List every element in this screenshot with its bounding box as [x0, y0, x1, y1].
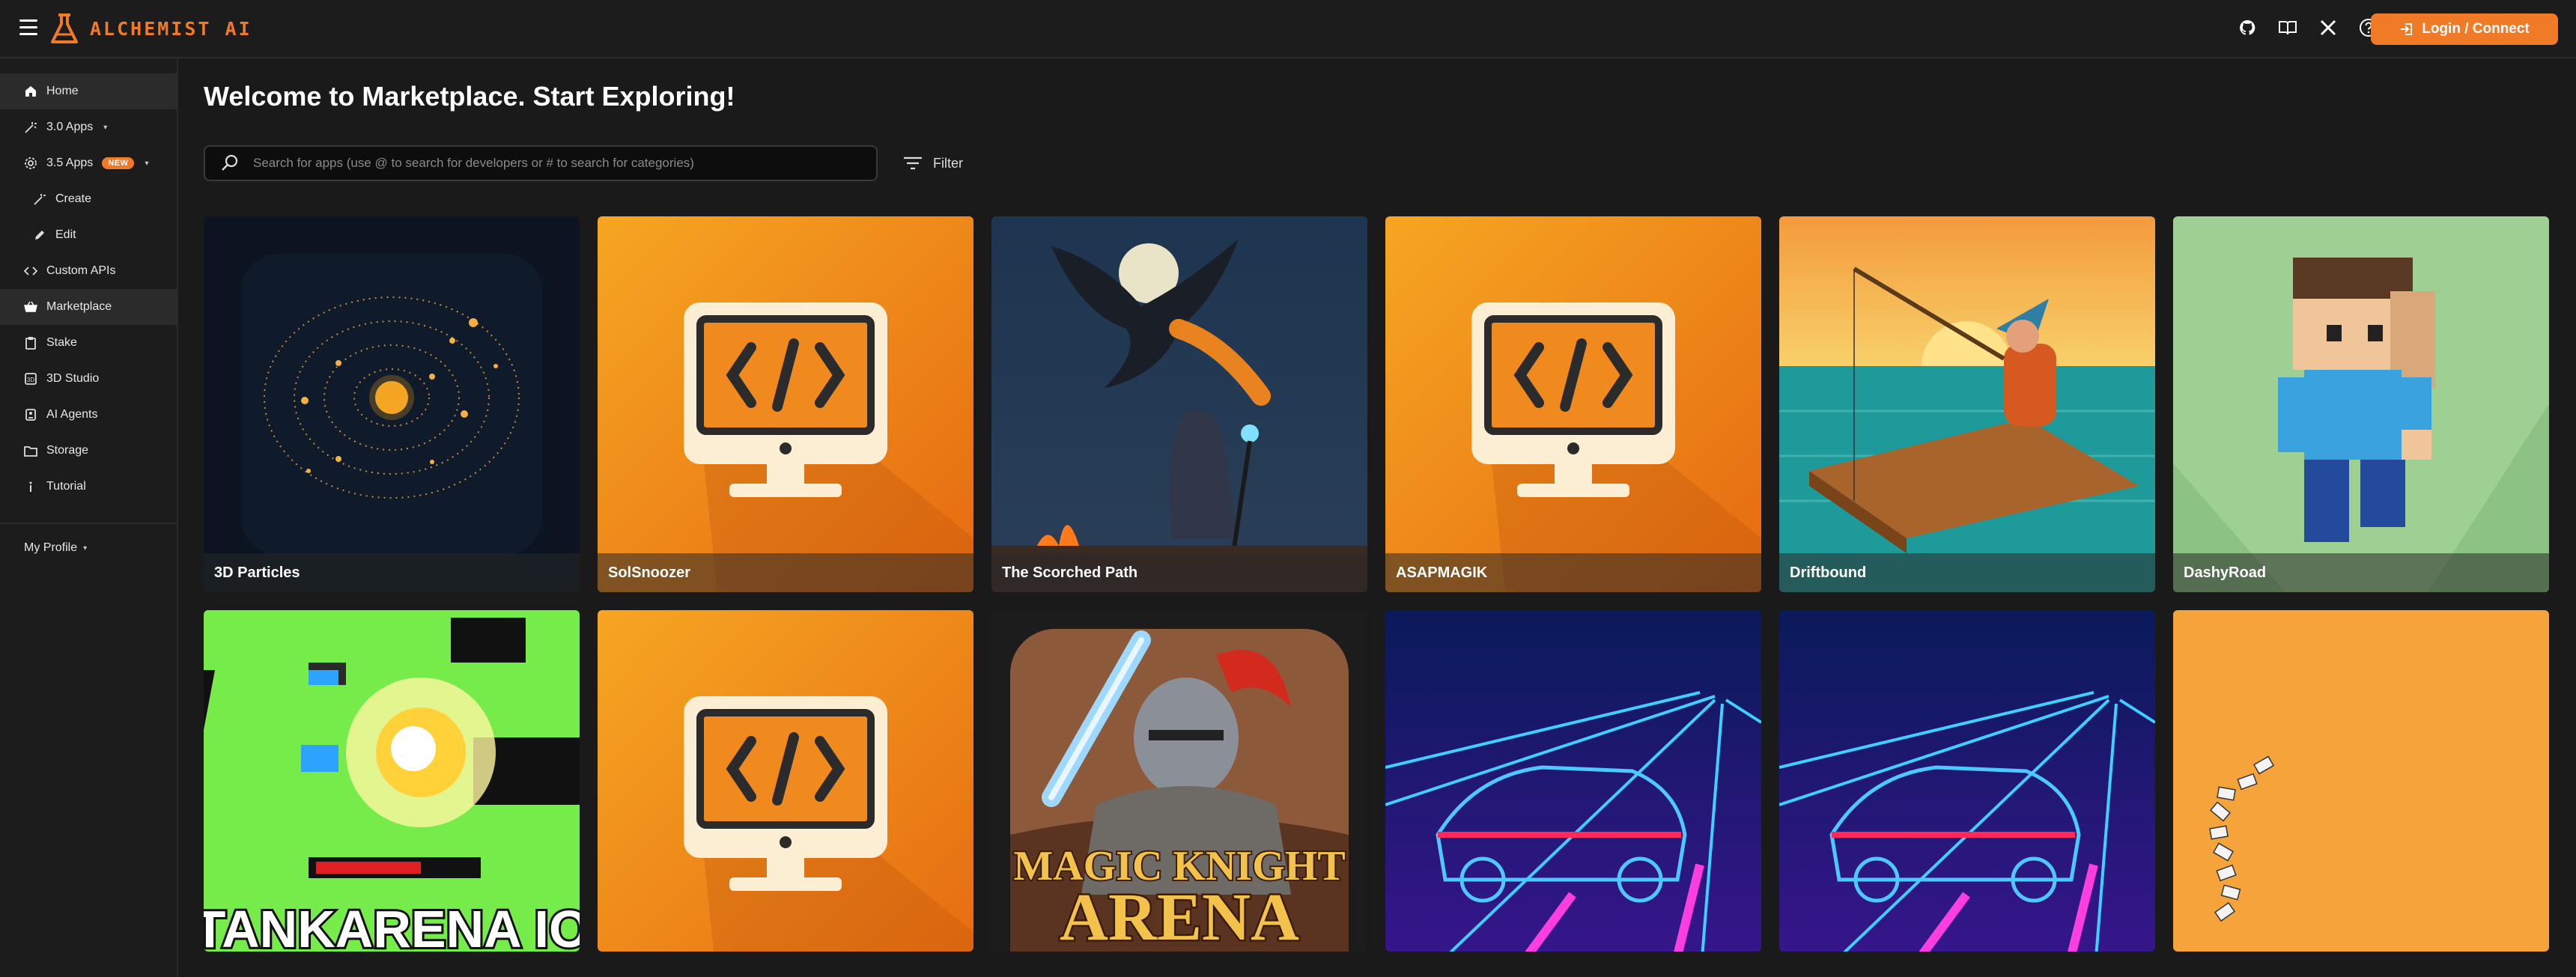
neon-car-thumbnail — [1385, 610, 1761, 952]
sidebar-item-custom-apis[interactable]: Custom APIs — [0, 253, 177, 289]
app-card-solsnoozer[interactable]: SolSnoozer — [598, 216, 973, 592]
login-icon — [2401, 23, 2413, 35]
app-card-label: 3D Particles — [204, 553, 580, 592]
code-monitor-thumbnail — [598, 610, 973, 952]
app-card-neon-racer[interactable] — [1385, 610, 1761, 952]
tankarena-art-text: TANKARENA IO — [204, 900, 580, 952]
knight-thumbnail: MAGIC KNIGHT ARENA — [991, 610, 1367, 952]
hamburger-menu-icon[interactable] — [19, 19, 37, 36]
sidebar-item-label: Tutorial — [46, 480, 86, 493]
my-profile-menu[interactable]: My Profile ▾ — [0, 533, 177, 563]
clipboard-icon — [24, 336, 37, 350]
app-card-driftbound[interactable]: Driftbound — [1779, 216, 2155, 592]
sidebar-item-stake[interactable]: Stake — [0, 325, 177, 361]
filter-label: Filter — [933, 155, 963, 171]
sidebar-item-tutorial[interactable]: Tutorial — [0, 469, 177, 505]
sidebar-item-home[interactable]: Home — [0, 73, 177, 109]
app-card-asapmagik[interactable]: ASAPMAGIK — [1385, 216, 1761, 592]
sidebar: Home 3.0 Apps ▾ 3.5 Apps NEW ▾ Create Ed… — [0, 58, 178, 977]
app-card-domino[interactable] — [2173, 610, 2549, 952]
main-content: Welcome to Marketplace. Start Exploring!… — [178, 58, 2576, 977]
filter-icon — [904, 156, 922, 170]
sidebar-item-3-5-apps[interactable]: 3.5 Apps NEW ▾ — [0, 145, 177, 181]
app-card-label: DashyRoad — [2173, 553, 2549, 592]
dragon-thumbnail — [991, 216, 1367, 592]
basket-icon — [24, 300, 37, 314]
sidebar-item-3-0-apps[interactable]: 3.0 Apps ▾ — [0, 109, 177, 145]
app-card-code-app[interactable] — [598, 610, 973, 952]
sidebar-item-create[interactable]: Create — [0, 181, 177, 217]
book-icon[interactable] — [2276, 16, 2299, 39]
chevron-down-icon: ▾ — [103, 123, 108, 132]
x-icon[interactable] — [2317, 16, 2339, 39]
sidebar-item-ai-agents[interactable]: AI Agents — [0, 397, 177, 433]
chevron-down-icon: ▾ — [83, 544, 88, 553]
app-card-neon-racer-2[interactable] — [1779, 610, 2155, 952]
search-input[interactable] — [252, 155, 876, 171]
github-icon[interactable] — [2236, 16, 2258, 39]
domino-thumbnail — [2173, 610, 2549, 952]
chevron-down-icon: ▾ — [145, 159, 149, 168]
filter-button[interactable]: Filter — [903, 150, 963, 177]
app-card-label: Driftbound — [1779, 553, 2155, 592]
pencil-icon — [33, 228, 46, 242]
wand-icon — [33, 192, 46, 206]
blocky-character-thumbnail — [2173, 216, 2549, 592]
login-connect-button[interactable]: Login / Connect — [2371, 13, 2558, 45]
app-card-label: The Scorched Path — [991, 553, 1367, 592]
code-icon — [24, 264, 37, 278]
sidebar-item-label: 3.5 Apps — [46, 156, 94, 169]
login-label: Login / Connect — [2422, 21, 2530, 37]
particles-thumbnail — [204, 216, 580, 592]
robot-icon — [24, 408, 37, 421]
app-card-label: ASAPMAGIK — [1385, 553, 1761, 592]
app-name: ALCHEMIST AI — [90, 17, 252, 40]
wand-icon — [24, 121, 37, 134]
sidebar-item-label: AI Agents — [46, 408, 98, 421]
sidebar-item-label: 3.0 Apps — [46, 121, 94, 133]
knight-art-text-2: ARENA — [1060, 880, 1299, 952]
sidebar-item-label: Custom APIs — [46, 264, 116, 277]
top-header: ALCHEMIST AI Login / Connect — [0, 0, 2576, 58]
folder-icon — [24, 444, 37, 457]
profile-label: My Profile — [24, 541, 78, 554]
sidebar-item-label: Home — [46, 85, 79, 97]
app-card-dashyroad[interactable]: DashyRoad — [2173, 216, 2549, 592]
svg-text:3D: 3D — [27, 377, 34, 383]
app-card-tankarena[interactable]: TANKARENA IO — [204, 610, 580, 952]
new-badge: NEW — [102, 157, 135, 169]
gear-icon — [24, 156, 37, 170]
sidebar-item-label: 3D Studio — [46, 372, 100, 385]
sidebar-divider — [0, 523, 177, 524]
search-icon — [222, 154, 238, 171]
sidebar-item-label: Edit — [55, 228, 76, 241]
sidebar-item-marketplace[interactable]: Marketplace — [0, 289, 177, 325]
sidebar-item-label: Create — [55, 192, 92, 205]
code-monitor-thumbnail — [598, 216, 973, 592]
sidebar-item-label: Stake — [46, 336, 77, 349]
neon-car-thumbnail — [1779, 610, 2155, 952]
cube-icon: 3D — [24, 372, 37, 386]
home-icon — [24, 85, 37, 98]
fishing-raft-thumbnail — [1779, 216, 2155, 592]
page-title: Welcome to Marketplace. Start Exploring! — [204, 81, 735, 112]
app-card-3d-particles[interactable]: 3D Particles — [204, 216, 580, 592]
app-card-magic-knight-arena[interactable]: MAGIC KNIGHT ARENA — [991, 610, 1367, 952]
code-monitor-thumbnail — [1385, 216, 1761, 592]
app-card-the-scorched-path[interactable]: The Scorched Path — [991, 216, 1367, 592]
sidebar-item-label: Storage — [46, 444, 89, 457]
info-icon — [24, 480, 37, 493]
app-card-label: SolSnoozer — [598, 553, 973, 592]
search-box[interactable] — [204, 145, 878, 181]
alchemist-logo-icon — [51, 13, 78, 43]
sidebar-item-3d-studio[interactable]: 3D 3D Studio — [0, 361, 177, 397]
sidebar-item-label: Marketplace — [46, 300, 112, 313]
sidebar-item-edit[interactable]: Edit — [0, 217, 177, 253]
app-logo[interactable]: ALCHEMIST AI — [49, 12, 252, 45]
tank-arena-thumbnail: TANKARENA IO — [204, 610, 580, 952]
sidebar-item-storage[interactable]: Storage — [0, 433, 177, 469]
